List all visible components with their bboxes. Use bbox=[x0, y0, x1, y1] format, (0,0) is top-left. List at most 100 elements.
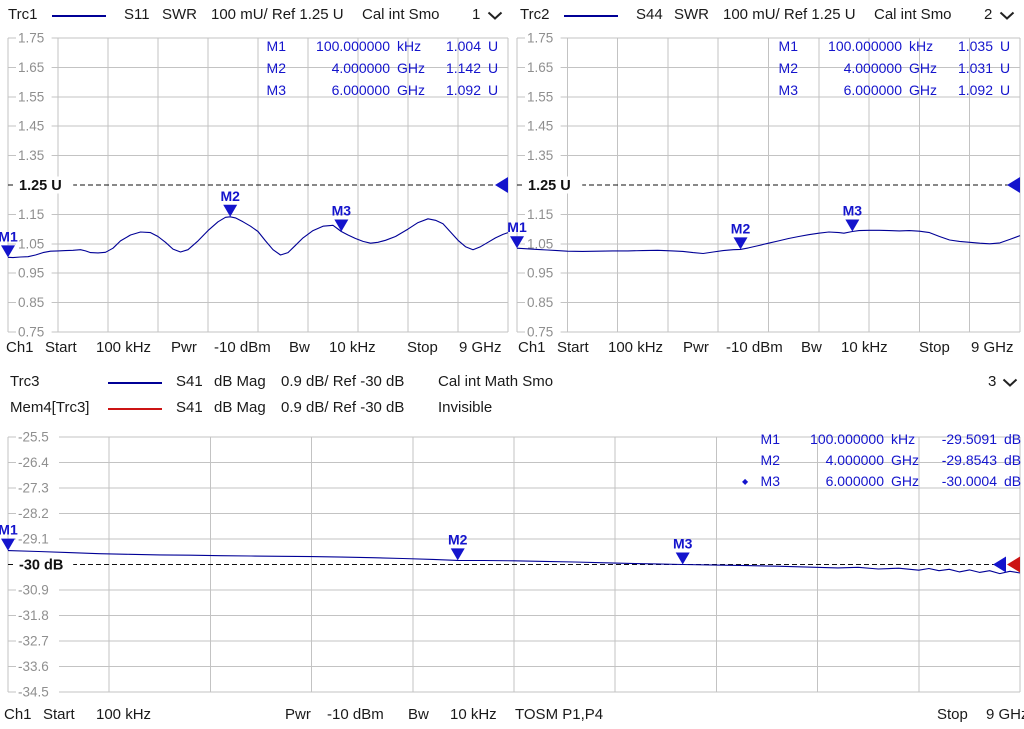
marker-triangle-icon[interactable] bbox=[510, 236, 524, 249]
measurement[interactable]: S41 bbox=[176, 373, 203, 390]
y-tick-label: -31.8 bbox=[18, 608, 49, 623]
y-tick-label: -27.3 bbox=[18, 481, 49, 496]
y-tick-label: 1.65 bbox=[527, 60, 553, 75]
marker-value: 1.031 bbox=[957, 60, 993, 76]
start-value: 100 kHz bbox=[96, 339, 152, 356]
marker-name: M1 bbox=[778, 38, 798, 54]
ref-level-arrow-icon[interactable] bbox=[1007, 177, 1020, 193]
start-value: 100 kHz bbox=[608, 339, 664, 356]
y-tick-label: -28.2 bbox=[18, 506, 49, 521]
marker-triangle-icon[interactable] bbox=[845, 219, 860, 232]
y-tick-label: -26.4 bbox=[18, 455, 49, 470]
marker-value: 1.092 bbox=[957, 82, 993, 98]
y-tick-label: 1.35 bbox=[527, 148, 553, 163]
marker-M3[interactable]: M3 bbox=[673, 536, 693, 565]
marker-value: -29.5091 bbox=[941, 431, 997, 447]
ref-level-label: -30 dB bbox=[19, 558, 63, 574]
marker-row: M2 4.000000 GHz 1.031 U bbox=[760, 57, 1018, 79]
y-axis-ticks: 1.751.651.551.451.351.25 U1.151.050.950.… bbox=[525, 30, 583, 340]
trace-name[interactable]: Trc1 bbox=[8, 6, 37, 23]
marker-label: M1 bbox=[507, 219, 527, 235]
marker-row: M1 100.000000 kHz 1.004 U bbox=[248, 35, 506, 57]
marker-triangle-icon[interactable] bbox=[450, 548, 465, 561]
y-tick-label: -29.1 bbox=[18, 532, 49, 547]
marker-value-unit: U bbox=[1000, 60, 1011, 76]
marker-triangle-icon[interactable] bbox=[223, 204, 238, 217]
bandwidth-label: Bw bbox=[408, 706, 429, 723]
marker-M2[interactable]: M2 bbox=[731, 220, 751, 250]
marker-value-unit: U bbox=[488, 60, 499, 76]
active-marker-dot: ◆ bbox=[742, 477, 749, 486]
marker-value: 1.092 bbox=[445, 82, 481, 98]
ref-level-arrow-icon[interactable] bbox=[495, 177, 508, 193]
marker-label: M3 bbox=[673, 536, 693, 552]
marker-label: M2 bbox=[731, 220, 751, 236]
trace-name[interactable]: Trc2 bbox=[520, 6, 549, 23]
measurement[interactable]: S44 bbox=[636, 6, 663, 23]
power-label: Pwr bbox=[683, 339, 709, 356]
y-tick-label: 1.15 bbox=[18, 207, 44, 222]
ref-level-arrow-icon[interactable] bbox=[1007, 556, 1020, 573]
stop-value: 9 GHz bbox=[459, 339, 502, 356]
marker-value-unit: U bbox=[488, 82, 499, 98]
trace-scale[interactable]: 100 mU/ Ref 1.25 U bbox=[723, 6, 856, 23]
marker-frequency: 6.000000 bbox=[331, 82, 390, 98]
marker-readout-trc2: M1 100.000000 kHz 1.035 U M2 4.000000 GHz 1.031… bbox=[760, 35, 1018, 101]
marker-row: M1 100.000000 kHz -29.5091 dB bbox=[742, 429, 1022, 450]
ref-level-label: 1.25 U bbox=[528, 178, 571, 194]
trace-name[interactable]: Trc3 bbox=[10, 373, 39, 390]
marker-triangle-icon[interactable] bbox=[1, 538, 15, 551]
marker-value-unit: dB bbox=[1004, 452, 1022, 468]
marker-readout-trc1: M1 100.000000 kHz 1.004 U M2 4.000000 GHz 1.142… bbox=[248, 35, 506, 101]
channel-number[interactable]: 1 bbox=[472, 6, 480, 23]
marker-M2[interactable]: M2 bbox=[448, 531, 468, 561]
trace-format[interactable]: SWR bbox=[674, 6, 709, 23]
marker-name: M3 bbox=[778, 82, 798, 98]
chevron-down-icon[interactable] bbox=[1002, 378, 1018, 388]
marker-frequency-unit: kHz bbox=[891, 431, 916, 447]
trace-format[interactable]: SWR bbox=[162, 6, 197, 23]
trace-scale[interactable]: 100 mU/ Ref 1.25 U bbox=[211, 6, 344, 23]
channel-number[interactable]: 3 bbox=[988, 373, 996, 390]
marker-label: M1 bbox=[0, 522, 18, 538]
marker-frequency: 100.000000 bbox=[828, 38, 902, 54]
y-tick-label: 0.75 bbox=[18, 325, 44, 340]
marker-M3[interactable]: M3 bbox=[843, 202, 863, 232]
channel-number[interactable]: 2 bbox=[984, 6, 992, 23]
marker-triangle-icon[interactable] bbox=[675, 552, 690, 565]
y-axis-ticks: 1.751.651.551.451.351.25 U1.151.050.950.… bbox=[16, 30, 74, 340]
trace-scale[interactable]: 0.9 dB/ Ref -30 dB bbox=[281, 373, 404, 390]
marker-frequency: 100.000000 bbox=[316, 38, 390, 54]
trace-format[interactable]: dB Mag bbox=[214, 373, 266, 390]
marker-M1[interactable]: M1 bbox=[0, 228, 18, 258]
bandwidth-value: 10 kHz bbox=[450, 706, 497, 723]
trace-color-swatch bbox=[108, 382, 162, 384]
marker-M1[interactable]: M1 bbox=[0, 522, 18, 551]
chevron-down-icon[interactable] bbox=[487, 11, 503, 21]
start-value: 100 kHz bbox=[96, 706, 152, 723]
trace-scale[interactable]: 0.9 dB/ Ref -30 dB bbox=[281, 399, 404, 416]
marker-triangle-icon[interactable] bbox=[1, 245, 15, 258]
marker-frequency-unit: kHz bbox=[397, 38, 422, 54]
marker-M2[interactable]: M2 bbox=[220, 188, 240, 217]
trace-name[interactable]: Mem4[Trc3] bbox=[10, 399, 89, 416]
ref-level-arrow-icon[interactable] bbox=[993, 556, 1006, 573]
stop-value: 9 GHz bbox=[971, 339, 1014, 356]
start-label: Start bbox=[45, 339, 77, 356]
chevron-down-icon[interactable] bbox=[999, 11, 1015, 21]
marker-label: M2 bbox=[220, 188, 240, 204]
cal-status: Cal int Math Smo bbox=[438, 373, 554, 390]
marker-value: -29.8543 bbox=[941, 452, 997, 468]
marker-name: M1 bbox=[266, 38, 286, 54]
y-tick-label: 1.65 bbox=[18, 60, 44, 75]
measurement[interactable]: S11 bbox=[124, 6, 150, 23]
measurement[interactable]: S41 bbox=[176, 399, 203, 416]
marker-frequency-unit: GHz bbox=[397, 60, 425, 76]
start-label: Start bbox=[557, 339, 589, 356]
cal-status: Invisible bbox=[438, 399, 493, 416]
marker-triangle-icon[interactable] bbox=[334, 219, 349, 232]
cal-status: Cal int Smo bbox=[362, 6, 440, 23]
vna-screen: Trc1 S11 SWR 100 mU/ Ref 1.25 U Cal int … bbox=[0, 0, 1024, 729]
trace-format[interactable]: dB Mag bbox=[214, 399, 266, 416]
marker-row: M2 4.000000 GHz -29.8543 dB bbox=[742, 450, 1022, 471]
